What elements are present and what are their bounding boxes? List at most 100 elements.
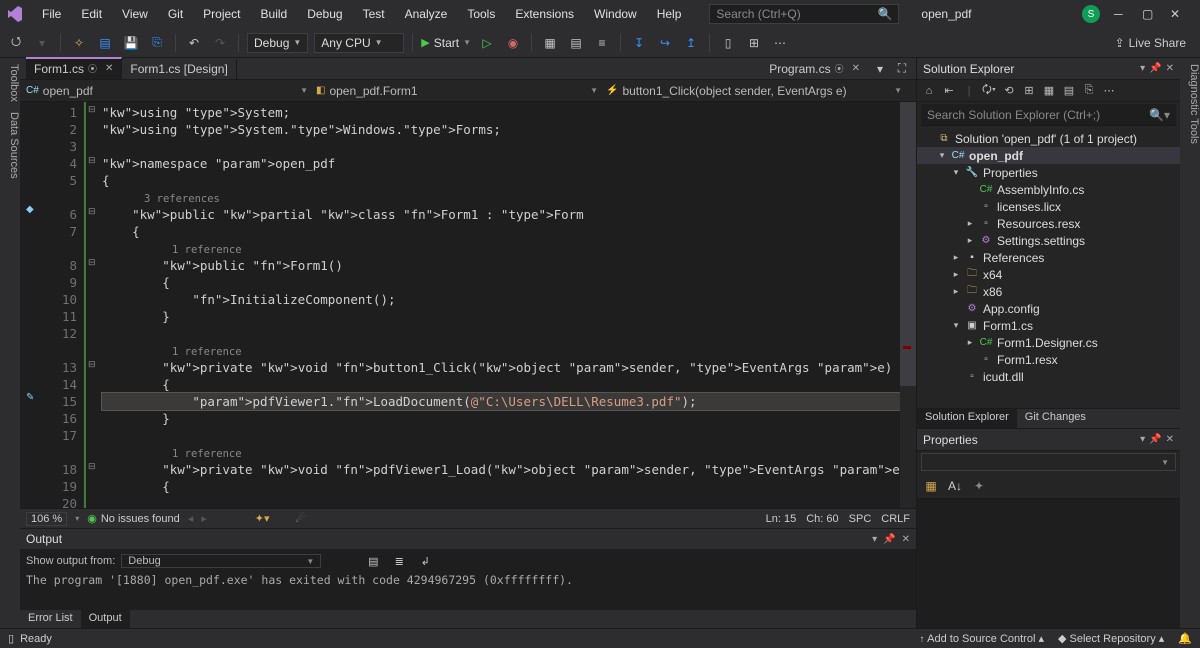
undo-icon[interactable]: ↶	[184, 33, 204, 53]
user-avatar[interactable]: S	[1082, 5, 1100, 23]
tree-node[interactable]: ▫Form1.resx	[917, 351, 1180, 368]
preview-icon[interactable]: ⎘	[1081, 83, 1097, 99]
properties-grid[interactable]	[917, 499, 1180, 628]
clear-icon[interactable]: ▤	[363, 551, 383, 571]
chevron-down-icon[interactable]: ▾	[1140, 434, 1145, 445]
live-share-button[interactable]: ⇪ Live Share	[1115, 36, 1194, 50]
nav-class-combo[interactable]: ◧ open_pdf.Form1 ▼	[316, 84, 606, 98]
pin-icon[interactable]: ⦿	[835, 62, 844, 75]
nav-member-combo[interactable]: ⚡ button1_Click(object sender, EventArgs…	[606, 84, 910, 98]
tab-solution-explorer[interactable]: Solution Explorer	[917, 409, 1017, 428]
maximize-icon[interactable]: ▢	[1142, 7, 1156, 21]
code-area[interactable]: "kw">using "type">System;"kw">using "typ…	[98, 102, 900, 508]
alphabetical-icon[interactable]: A↓	[945, 476, 965, 496]
output-indicator-icon[interactable]: ▯	[8, 632, 14, 645]
close-icon[interactable]: ✕	[902, 534, 910, 545]
tree-node[interactable]: ▸🗀x64	[917, 266, 1180, 283]
toolbar-icon[interactable]: ⊞	[744, 33, 764, 53]
menu-view[interactable]: View	[114, 3, 156, 25]
fullscreen-icon[interactable]: ⛶	[892, 59, 912, 79]
outlining-margin[interactable]: ⊟⊟⊟⊟⊟⊟	[84, 102, 98, 508]
redo-icon[interactable]: ↷	[210, 33, 230, 53]
menu-tools[interactable]: Tools	[459, 3, 503, 25]
menu-help[interactable]: Help	[649, 3, 690, 25]
tree-node[interactable]: ▸🗀x86	[917, 283, 1180, 300]
toggle-wrap-icon[interactable]: ≣	[389, 551, 409, 571]
lightbulb-icon[interactable]: ✦▾	[255, 512, 270, 525]
zoom-combo[interactable]: 106 %	[26, 512, 67, 526]
tab-form1-design[interactable]: Form1.cs [Design]	[122, 59, 236, 79]
toolbar-icon[interactable]: ⋯	[770, 33, 790, 53]
step-into-icon[interactable]: ↧	[629, 33, 649, 53]
pin-icon[interactable]: 📌	[1149, 63, 1161, 74]
more-icon[interactable]: ⋯	[1101, 83, 1117, 99]
pin-icon[interactable]: 📌	[1149, 434, 1161, 445]
add-source-control[interactable]: ↑ Add to Source Control ▴	[919, 632, 1044, 645]
properties-title-bar[interactable]: Properties ▾ 📌 ✕	[917, 429, 1180, 451]
indent-indicator[interactable]: SPC	[849, 513, 872, 525]
output-title-bar[interactable]: Output ▾ 📌 ✕	[20, 529, 916, 549]
start-without-debug-icon[interactable]: ▷	[477, 33, 497, 53]
solution-search[interactable]: Search Solution Explorer (Ctrl+;) 🔍▾	[921, 104, 1176, 126]
close-tab-icon[interactable]: ✕	[852, 63, 860, 74]
categorized-icon[interactable]: ▦	[921, 476, 941, 496]
step-out-icon[interactable]: ↥	[681, 33, 701, 53]
notifications-icon[interactable]: 🔔	[1178, 632, 1192, 645]
toolbar-icon[interactable]: ▯	[718, 33, 738, 53]
solution-platform-combo[interactable]: Any CPU ▼	[314, 33, 404, 53]
toolbox-tab[interactable]: Toolbox	[0, 64, 20, 102]
menu-project[interactable]: Project	[195, 3, 248, 25]
chevron-down-icon[interactable]: ▾	[872, 534, 877, 545]
tree-node[interactable]: ▾🔧Properties	[917, 164, 1180, 181]
hot-reload-icon[interactable]: ◉	[503, 33, 523, 53]
back-icon[interactable]: ⟲	[1001, 83, 1017, 99]
new-project-icon[interactable]: ✧	[69, 33, 89, 53]
tree-node[interactable]: ▾C#open_pdf	[917, 147, 1180, 164]
tab-output[interactable]: Output	[81, 610, 130, 628]
menu-file[interactable]: File	[34, 3, 69, 25]
solution-explorer-title[interactable]: Solution Explorer ▾ 📌 ✕	[917, 58, 1180, 80]
save-all-icon[interactable]: ⎘	[147, 33, 167, 53]
tree-node[interactable]: ▾▣Form1.cs	[917, 317, 1180, 334]
close-icon[interactable]: ✕	[1166, 434, 1174, 445]
open-icon[interactable]: ▤	[95, 33, 115, 53]
menu-analyze[interactable]: Analyze	[397, 3, 456, 25]
close-icon[interactable]: ✕	[1166, 63, 1174, 74]
quick-search[interactable]: Search (Ctrl+Q) 🔍	[709, 4, 899, 24]
menu-git[interactable]: Git	[160, 3, 191, 25]
tab-git-changes[interactable]: Git Changes	[1017, 409, 1094, 428]
tree-node[interactable]: ▸⚙Settings.settings	[917, 232, 1180, 249]
solution-config-combo[interactable]: Debug ▼	[247, 33, 308, 53]
data-sources-tab[interactable]: Data Sources	[0, 112, 20, 179]
tab-program-cs[interactable]: Program.cs ⦿ ✕	[761, 59, 868, 79]
collapse-icon[interactable]: ⇤	[941, 83, 957, 99]
select-repository[interactable]: ◆ Select Repository ▴	[1058, 632, 1164, 645]
tree-node[interactable]: ▫licenses.licx	[917, 198, 1180, 215]
tab-overflow-icon[interactable]: ▾	[870, 59, 890, 79]
properties-object-combo[interactable]: ▼	[921, 453, 1176, 471]
toolbar-icon[interactable]: ▦	[540, 33, 560, 53]
sync-icon[interactable]: 🗘▾	[981, 83, 997, 99]
refresh-icon[interactable]: ▦	[1041, 83, 1057, 99]
col-indicator[interactable]: Ch: 60	[806, 513, 838, 525]
code-editor[interactable]: ◆ ✎ 12345678910111213141516171819202122 …	[20, 102, 916, 508]
menu-edit[interactable]: Edit	[73, 3, 110, 25]
events-icon[interactable]: ✦	[969, 476, 989, 496]
step-over-icon[interactable]: ↪	[655, 33, 675, 53]
tree-node[interactable]: ⚙App.config	[917, 300, 1180, 317]
issues-indicator[interactable]: ◉ No issues found	[87, 512, 180, 525]
menu-debug[interactable]: Debug	[299, 3, 350, 25]
tree-node[interactable]: C#AssemblyInfo.cs	[917, 181, 1180, 198]
tab-form1-cs[interactable]: Form1.cs ⦿ ✕	[26, 57, 122, 79]
tree-node[interactable]: ▫icudt.dll	[917, 368, 1180, 385]
output-source-combo[interactable]: Debug ▼	[121, 554, 321, 568]
solution-tree[interactable]: ⧉Solution 'open_pdf' (1 of 1 project)▾C#…	[917, 128, 1180, 408]
tree-node[interactable]: ▸C#Form1.Designer.cs	[917, 334, 1180, 351]
chevron-down-icon[interactable]: ▾	[1140, 63, 1145, 74]
screwdriver-icon[interactable]: ☄	[296, 512, 306, 525]
diagnostic-tools-tab[interactable]: Diagnostic Tools	[1180, 64, 1200, 144]
menu-test[interactable]: Test	[355, 3, 393, 25]
home-icon[interactable]: ⌂	[921, 83, 937, 99]
minimize-icon[interactable]: ─	[1114, 7, 1128, 21]
line-indicator[interactable]: Ln: 15	[766, 513, 797, 525]
